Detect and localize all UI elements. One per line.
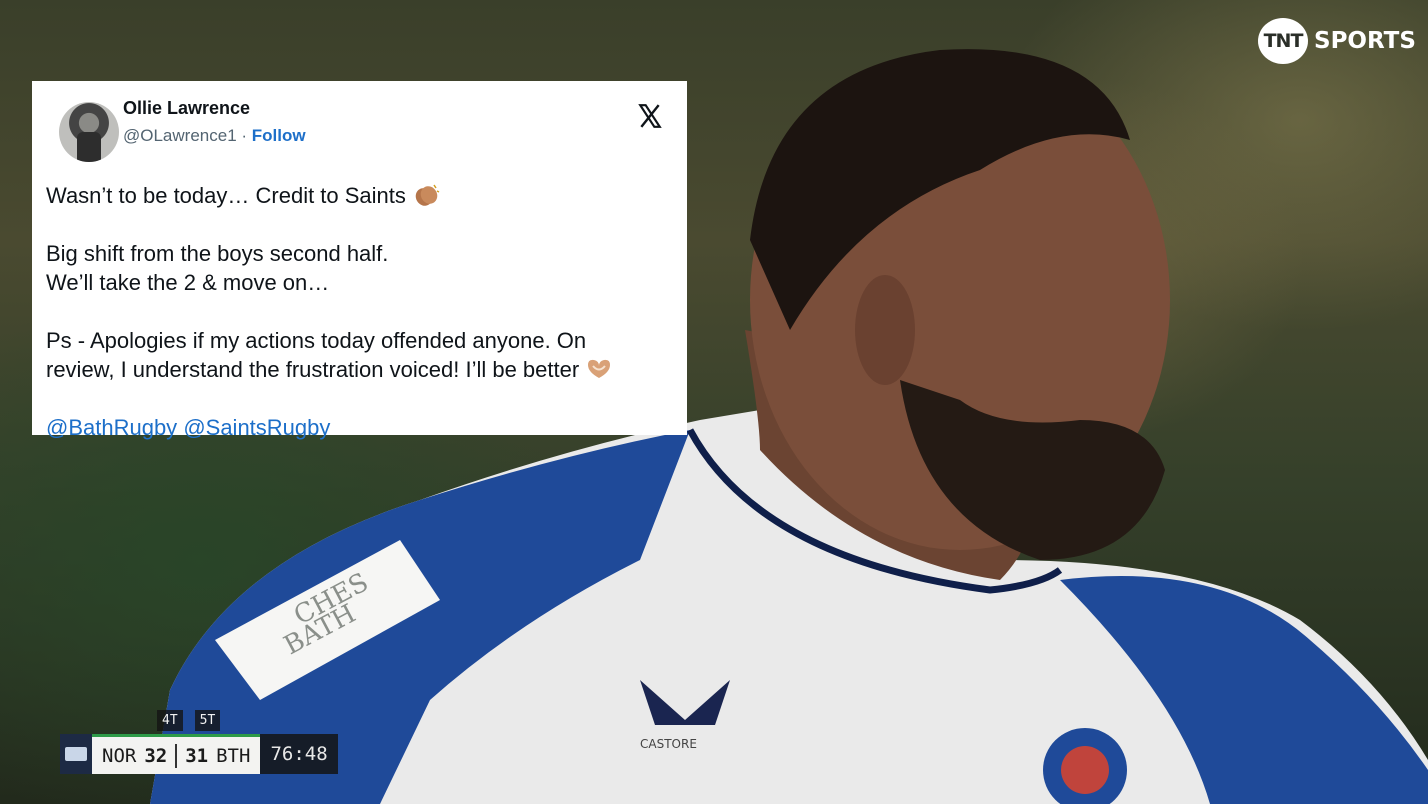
away-score: 31 bbox=[185, 744, 209, 767]
tweet-line: Wasn’t to be today… Credit to Saints bbox=[46, 181, 673, 210]
mentions-line: @BathRugby @SaintsRugby bbox=[46, 413, 673, 442]
away-team: BTH bbox=[216, 744, 251, 767]
tweet-line: Ps - Apologies if my actions today offen… bbox=[46, 328, 587, 353]
sports-wordmark: SPORTS bbox=[1314, 28, 1416, 54]
author-name[interactable]: Ollie Lawrence bbox=[123, 98, 250, 119]
mention-saints[interactable]: @SaintsRugby bbox=[183, 415, 330, 440]
author-handle[interactable]: @OLawrence1 bbox=[123, 126, 237, 145]
home-team: NOR bbox=[102, 744, 137, 767]
scoreboard: NOR 32 31 BTH 76:48 bbox=[60, 734, 338, 774]
handle-row: @OLawrence1 · Follow bbox=[123, 126, 306, 146]
tweet-line-text: Wasn’t to be today… Credit to Saints bbox=[46, 183, 406, 208]
tweet-line: Big shift from the boys second half. bbox=[46, 241, 389, 266]
score-panel: NOR 32 31 BTH bbox=[92, 734, 261, 774]
tweet-line: We’ll take the 2 & move on… bbox=[46, 270, 330, 295]
tweet-header: Ollie Lawrence @OLawrence1 · Follow bbox=[46, 93, 673, 162]
tweet-line: review, I understand the frustration voi… bbox=[46, 355, 673, 384]
tnt-mark: TNT bbox=[1258, 18, 1308, 64]
x-logo-icon[interactable] bbox=[637, 103, 663, 129]
home-score: 32 bbox=[144, 744, 168, 767]
separator: · bbox=[236, 126, 252, 145]
svg-text:CASTORE: CASTORE bbox=[640, 737, 697, 751]
tweet-card: Ollie Lawrence @OLawrence1 · Follow Wasn… bbox=[32, 81, 687, 440]
competition-icon bbox=[60, 734, 92, 774]
clapping-hands-icon bbox=[415, 184, 440, 206]
tweet-line-text: review, I understand the frustration voi… bbox=[46, 357, 580, 382]
try-counts: 4T 5T bbox=[157, 710, 221, 731]
tnt-sports-logo: TNT SPORTS bbox=[1258, 18, 1416, 64]
heart-hands-icon bbox=[588, 359, 611, 378]
home-tries: 4T bbox=[157, 710, 183, 731]
follow-button[interactable]: Follow bbox=[252, 126, 306, 145]
mention-bath[interactable]: @BathRugby bbox=[46, 415, 177, 440]
tweet-text: Wasn’t to be today… Credit to Saints Big… bbox=[46, 181, 673, 442]
score-divider bbox=[175, 743, 178, 768]
avatar[interactable] bbox=[59, 102, 119, 162]
match-clock: 76:48 bbox=[260, 734, 338, 774]
away-tries: 5T bbox=[194, 710, 221, 731]
